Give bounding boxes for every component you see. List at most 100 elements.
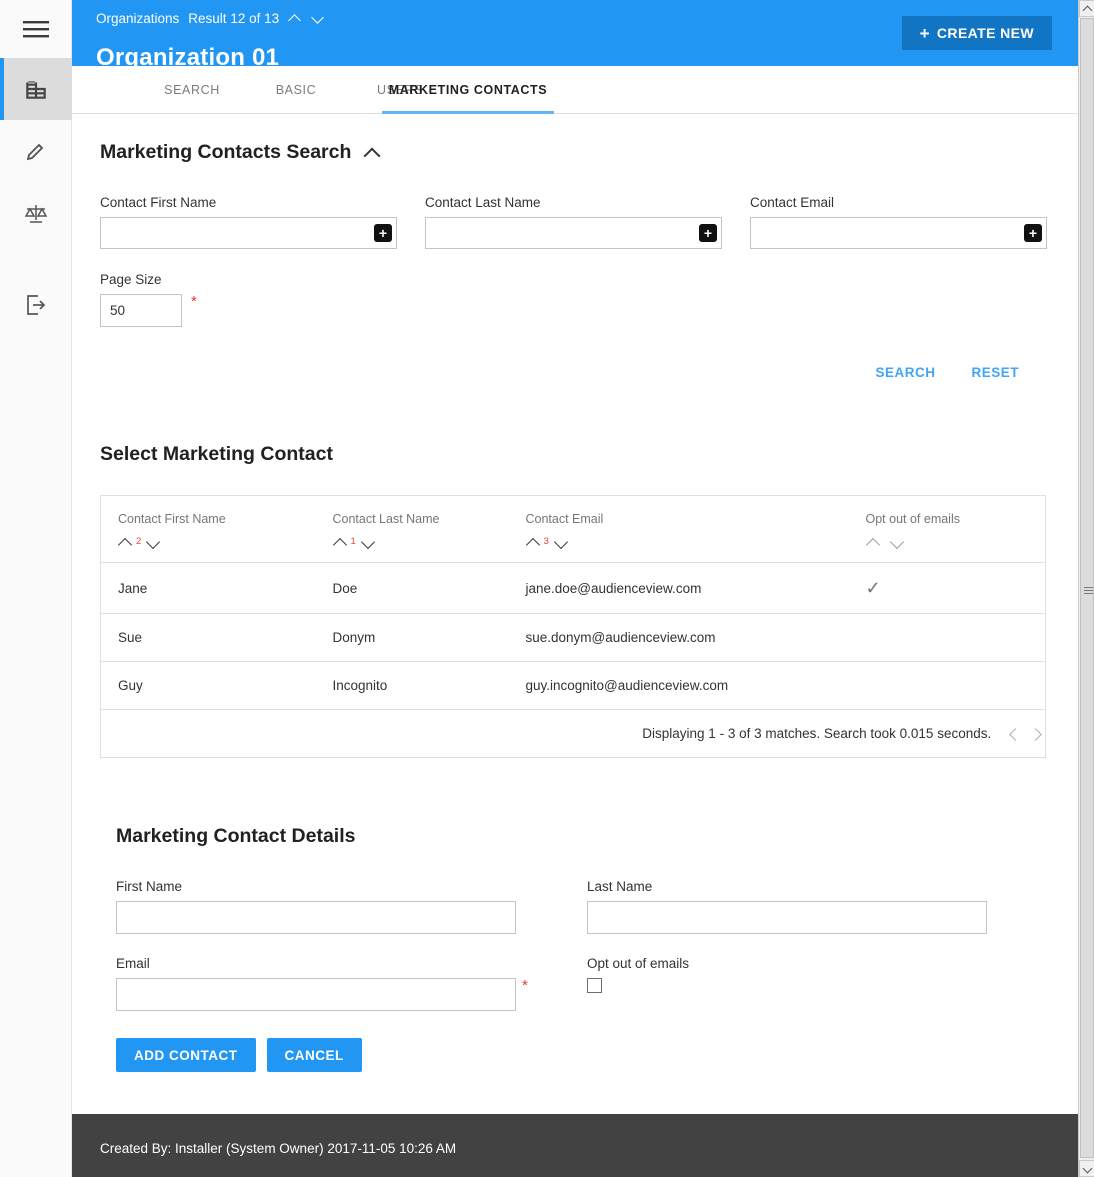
sidebar-item-organizations[interactable] — [0, 58, 72, 120]
cancel-button[interactable]: CANCEL — [266, 1038, 362, 1072]
email-label: Email — [116, 956, 150, 971]
cell-email: guy.incognito@audienceview.com — [525, 678, 729, 693]
first-name-label: First Name — [116, 879, 183, 894]
scroll-down-button[interactable] — [1079, 1160, 1094, 1177]
add-email-filter-icon[interactable]: + — [1024, 224, 1042, 242]
last-name-input[interactable] — [587, 901, 987, 934]
sort-order-number: 1 — [350, 536, 356, 547]
cell-first-name: Jane — [100, 562, 316, 614]
next-page-icon[interactable] — [1031, 727, 1045, 741]
marketing-contacts-table: Contact First Name 2 Contact Last Name 1… — [100, 495, 1046, 758]
sort-desc-icon[interactable] — [146, 537, 161, 548]
sort-desc-icon[interactable] — [890, 537, 905, 548]
menu-toggle-button[interactable] — [0, 0, 72, 58]
table-row[interactable]: Sue Donym sue.donym@audienceview.com — [100, 613, 1046, 662]
left-sidebar — [0, 0, 72, 1177]
create-new-button[interactable]: + CREATE NEW — [901, 16, 1052, 50]
opt-out-checkbox[interactable] — [587, 978, 602, 993]
app-root: Organizations Result 12 of 13 Organizati… — [0, 0, 1094, 1177]
table-row[interactable]: Guy Incognito guy.incognito@audienceview… — [101, 662, 1046, 710]
sort-desc-icon[interactable] — [361, 537, 376, 548]
sort-control: 1 — [333, 537, 509, 548]
page-size-input[interactable] — [100, 294, 182, 327]
result-counter: Result 12 of 13 — [188, 11, 280, 26]
contact-last-name-field-group: Contact Last Name + — [425, 195, 722, 249]
add-last-name-filter-icon[interactable]: + — [699, 224, 717, 242]
contact-last-name-input-wrap: + — [425, 217, 722, 249]
search-button[interactable]: SEARCH — [873, 361, 937, 384]
pagination-cell: Displaying 1 - 3 of 3 matches. Search to… — [100, 709, 1046, 758]
scales-icon — [24, 205, 48, 223]
column-contact-first-name[interactable]: Contact First Name 2 — [100, 495, 316, 563]
column-label: Contact Email — [525, 512, 604, 526]
contact-last-name-label: Contact Last Name — [425, 195, 541, 210]
pagination-controls — [1007, 727, 1045, 741]
sort-asc-icon[interactable] — [866, 537, 881, 548]
sort-desc-icon[interactable] — [554, 537, 569, 548]
cell-opt-out: ✓ — [848, 562, 1046, 614]
pencil-icon — [26, 143, 44, 161]
contact-first-name-input[interactable] — [100, 217, 397, 249]
page-header: Organizations Result 12 of 13 Organizati… — [72, 0, 1078, 71]
add-contact-button[interactable]: ADD CONTACT — [116, 1038, 256, 1072]
cell-last-name: Donym — [315, 613, 509, 662]
collapse-chevron-icon[interactable] — [364, 145, 380, 161]
tab-basic[interactable]: BASIC — [252, 66, 340, 114]
page-footer: Created By: Installer (System Owner) 201… — [72, 1114, 1078, 1177]
email-input[interactable] — [116, 978, 516, 1011]
cell-email: jane.doe@audienceview.com — [508, 562, 849, 614]
scroll-up-button[interactable] — [1079, 0, 1094, 17]
opt-out-field-group: Opt out of emails — [587, 956, 689, 998]
table-body: Jane Doe jane.doe@audienceview.com ✓ Sue… — [100, 562, 1046, 710]
first-name-input[interactable] — [116, 901, 516, 934]
search-panel-title: Marketing Contacts Search — [100, 141, 352, 163]
previous-result-icon[interactable] — [288, 12, 302, 26]
opt-out-label: Opt out of emails — [587, 956, 690, 971]
contact-first-name-label: Contact First Name — [100, 195, 217, 210]
cell-email: sue.donym@audienceview.com — [508, 613, 849, 662]
search-actions: SEARCH RESET — [873, 361, 1021, 384]
sort-asc-icon[interactable] — [526, 537, 541, 548]
sidebar-item-legal[interactable] — [0, 182, 72, 244]
add-first-name-filter-icon[interactable]: + — [374, 224, 392, 242]
next-result-icon[interactable] — [311, 12, 325, 26]
cell-last-name: Incognito — [332, 678, 388, 693]
vertical-scrollbar[interactable] — [1078, 0, 1094, 1177]
scrollbar-grip-icon — [1084, 587, 1093, 594]
contact-email-input-wrap: + — [750, 217, 1047, 249]
sort-order-number: 2 — [136, 536, 142, 547]
table-head: Contact First Name 2 Contact Last Name 1… — [100, 495, 1046, 563]
table-row[interactable]: Jane Doe jane.doe@audienceview.com ✓ — [100, 562, 1046, 614]
last-name-label: Last Name — [587, 879, 653, 894]
previous-page-icon[interactable] — [1007, 727, 1021, 741]
tab-marketing-contacts[interactable]: MARKETING CONTACTS — [382, 66, 554, 114]
contact-email-input[interactable] — [750, 217, 1047, 249]
column-opt-out-of-emails[interactable]: Opt out of emails — [848, 495, 1046, 563]
contact-email-label: Contact Email — [750, 195, 835, 210]
pagination-row: Displaying 1 - 3 of 3 matches. Search to… — [100, 709, 1046, 758]
column-contact-last-name[interactable]: Contact Last Name 1 — [315, 495, 509, 563]
breadcrumb-organizations-link[interactable]: Organizations — [96, 11, 179, 26]
scrollbar-thumb[interactable] — [1080, 18, 1094, 1158]
sort-asc-icon[interactable] — [333, 537, 348, 548]
contact-last-name-input[interactable] — [425, 217, 722, 249]
reset-button[interactable]: RESET — [969, 361, 1021, 384]
contact-first-name-field-group: Contact First Name + — [100, 195, 397, 249]
breadcrumb: Organizations Result 12 of 13 — [96, 11, 325, 26]
sort-control: 3 — [526, 537, 849, 548]
tab-search[interactable]: SEARCH — [144, 66, 240, 114]
sidebar-item-logout[interactable] — [0, 274, 72, 336]
chevron-up-icon — [1082, 5, 1093, 16]
sort-control — [866, 537, 1046, 548]
tab-bar: SEARCH BASIC USERS MARKETING CONTACTS — [72, 66, 1078, 114]
cell-first-name: Guy — [118, 678, 143, 693]
column-contact-email[interactable]: Contact Email 3 — [508, 495, 849, 563]
plus-icon: + — [919, 23, 930, 43]
sidebar-item-edit[interactable] — [0, 120, 72, 182]
column-label: Contact First Name — [118, 512, 226, 526]
sort-control: 2 — [118, 537, 316, 548]
table-header-row: Contact First Name 2 Contact Last Name 1… — [100, 495, 1046, 563]
sort-asc-icon[interactable] — [118, 537, 133, 548]
details-title: Marketing Contact Details — [116, 825, 356, 847]
